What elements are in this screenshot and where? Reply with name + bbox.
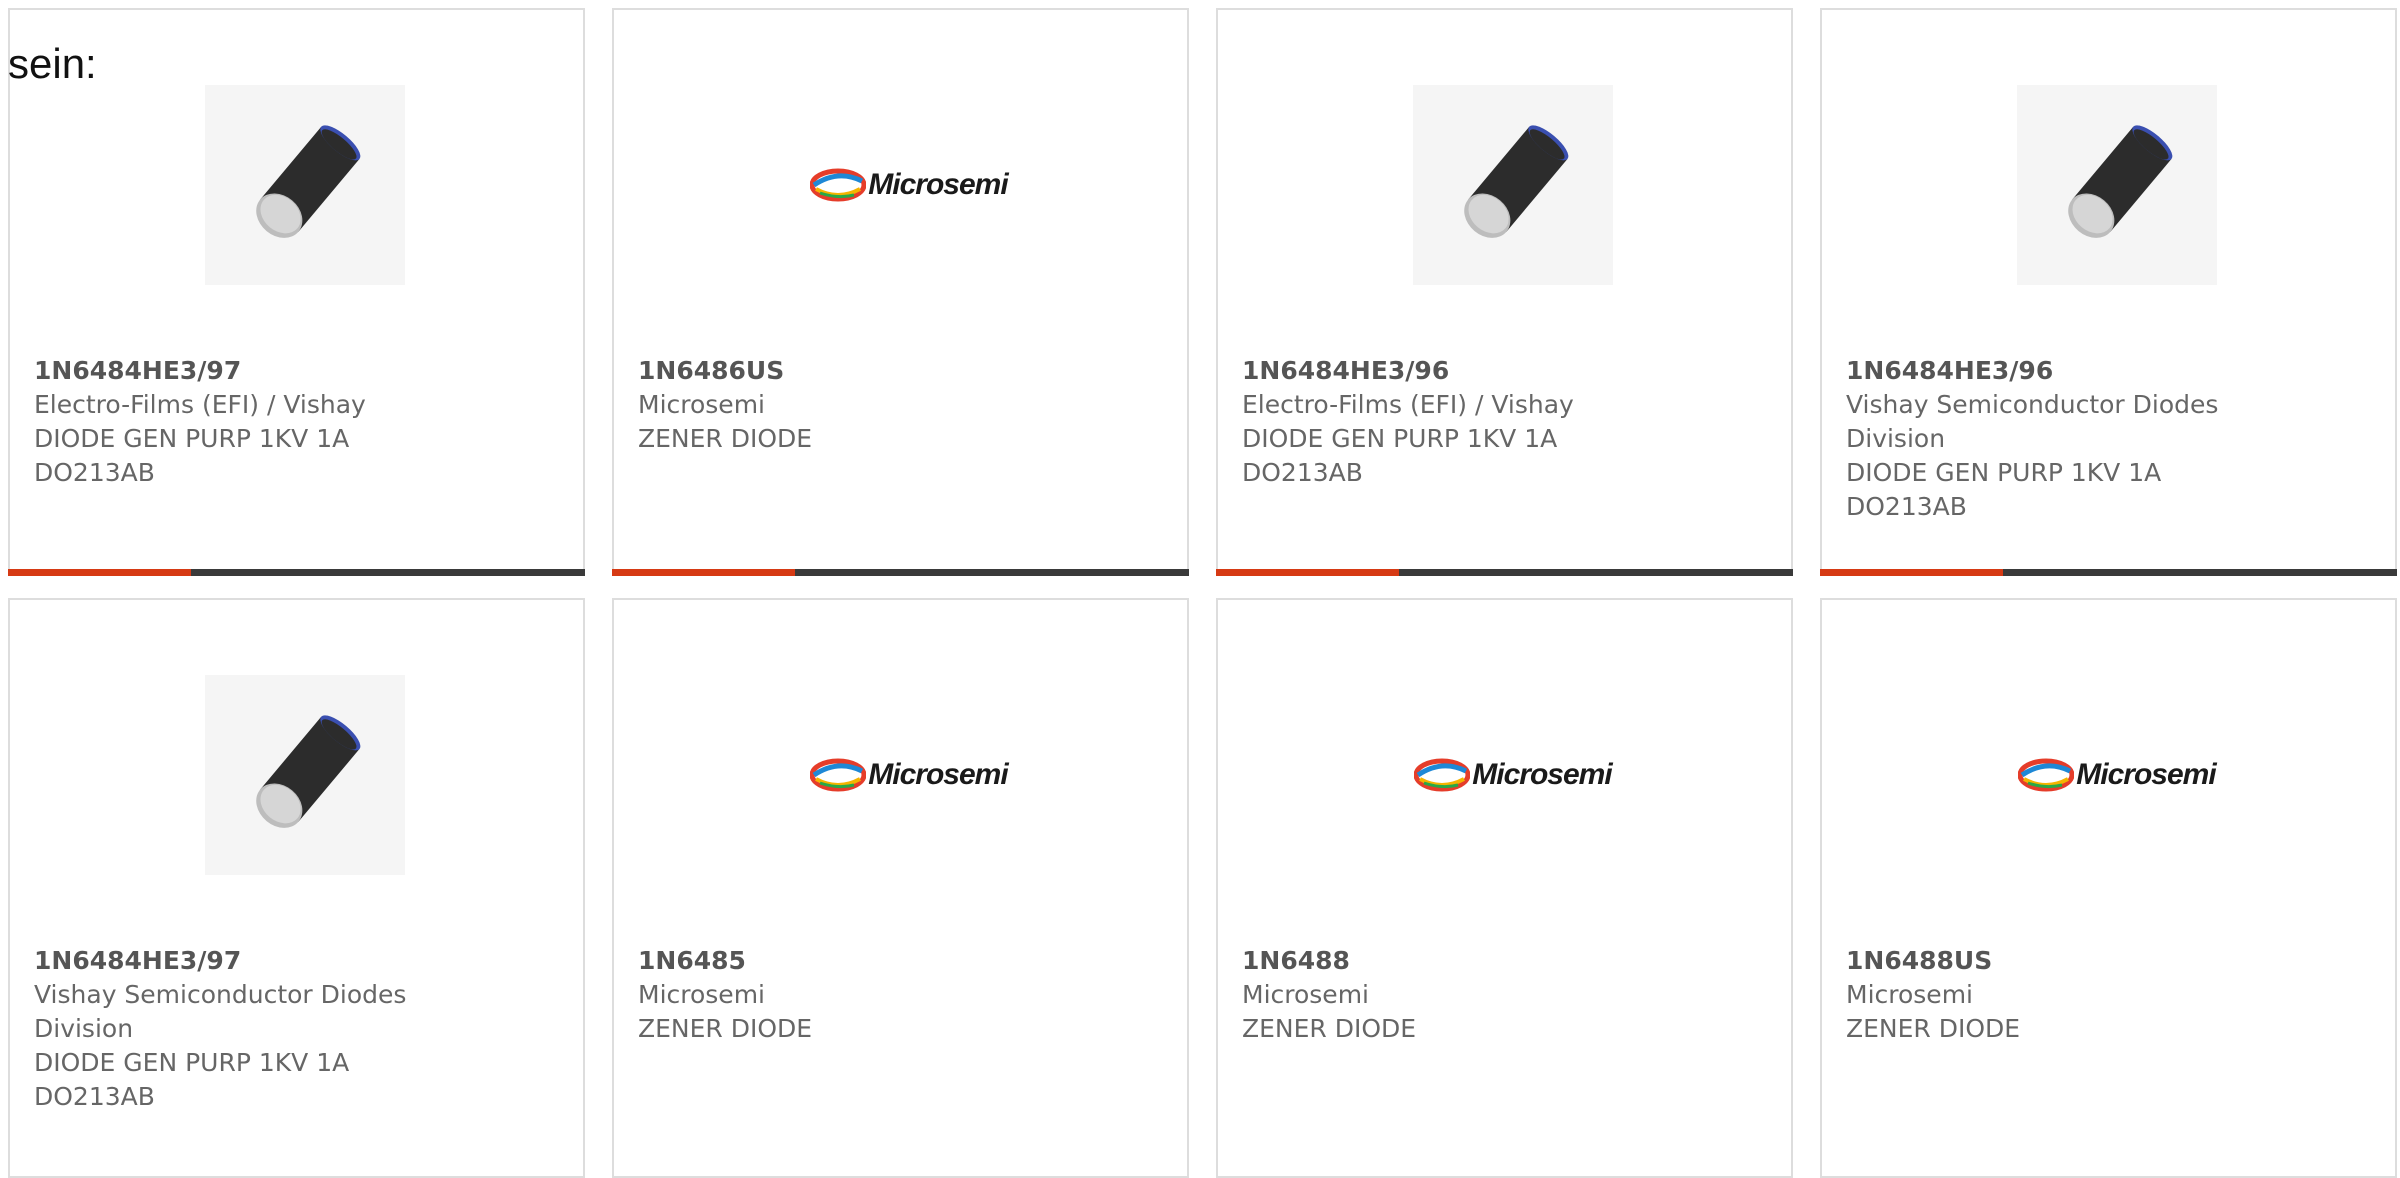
manufacturer-name: Electro-Films (EFI) / Vishay: [34, 390, 366, 419]
microsemi-logo: Microsemi: [809, 675, 1009, 875]
page-prefix-text: sein:: [8, 40, 97, 87]
product-description: DIODE GEN PURP 1KV 1A DO213AB: [1242, 424, 1558, 487]
microsemi-logo: Microsemi: [1413, 675, 1613, 875]
part-number[interactable]: 1N6484HE3/96: [1846, 354, 2245, 388]
diode-image: [205, 85, 405, 285]
microsemi-logo: Microsemi: [809, 85, 1009, 285]
product-card[interactable]: 1N6484HE3/96 Vishay Semiconductor Diodes…: [1820, 8, 2397, 576]
part-number[interactable]: 1N6488: [1242, 944, 1641, 978]
product-info: 1N6485 Microsemi ZENER DIODE: [638, 944, 1037, 1046]
product-info: 1N6486US Microsemi ZENER DIODE: [638, 354, 1037, 456]
product-description: ZENER DIODE: [1846, 1014, 2021, 1043]
product-card[interactable]: Microsemi 1N6486US Microsemi ZENER DIODE: [612, 8, 1189, 576]
manufacturer-name: Vishay Semiconductor Diodes Division: [1846, 390, 2219, 453]
product-card[interactable]: 1N6484HE3/97 Vishay Semiconductor Diodes…: [8, 598, 585, 1178]
product-description: DIODE GEN PURP 1KV 1A DO213AB: [34, 424, 350, 487]
product-info: 1N6488US Microsemi ZENER DIODE: [1846, 944, 2245, 1046]
product-card[interactable]: 1N6484HE3/97 Electro-Films (EFI) / Visha…: [8, 8, 585, 576]
diode-image: [205, 675, 405, 875]
product-description: DIODE GEN PURP 1KV 1A DO213AB: [34, 1048, 350, 1111]
diode-image: [2017, 85, 2217, 285]
card-footer-bar: [8, 569, 585, 576]
product-card[interactable]: 1N6484HE3/96 Electro-Films (EFI) / Visha…: [1216, 8, 1793, 576]
product-description: ZENER DIODE: [638, 424, 813, 453]
manufacturer-name: Microsemi: [1242, 980, 1369, 1009]
card-footer-bar: [612, 569, 1189, 576]
microsemi-swirl-icon: [1414, 758, 1471, 792]
part-number[interactable]: 1N6484HE3/96: [1242, 354, 1641, 388]
part-number[interactable]: 1N6484HE3/97: [34, 944, 433, 978]
manufacturer-name: Vishay Semiconductor Diodes Division: [34, 980, 407, 1043]
product-info: 1N6484HE3/97 Vishay Semiconductor Diodes…: [34, 944, 433, 1114]
product-info: 1N6488 Microsemi ZENER DIODE: [1242, 944, 1641, 1046]
product-description: DIODE GEN PURP 1KV 1A DO213AB: [1846, 458, 2162, 521]
manufacturer-name: Microsemi: [638, 390, 765, 419]
part-number[interactable]: 1N6488US: [1846, 944, 2245, 978]
card-footer-bar: [1820, 569, 2397, 576]
microsemi-swirl-icon: [810, 758, 867, 792]
microsemi-swirl-icon: [2018, 758, 2075, 792]
card-footer-bar: [1216, 569, 1793, 576]
part-number[interactable]: 1N6486US: [638, 354, 1037, 388]
product-card[interactable]: Microsemi 1N6488US Microsemi ZENER DIODE: [1820, 598, 2397, 1178]
manufacturer-name: Microsemi: [1846, 980, 1973, 1009]
microsemi-swirl-icon: [810, 168, 867, 202]
diode-image: [1413, 85, 1613, 285]
product-card[interactable]: Microsemi 1N6488 Microsemi ZENER DIODE: [1216, 598, 1793, 1178]
product-info: 1N6484HE3/96 Vishay Semiconductor Diodes…: [1846, 354, 2245, 524]
product-info: 1N6484HE3/97 Electro-Films (EFI) / Visha…: [34, 354, 433, 490]
product-description: ZENER DIODE: [1242, 1014, 1417, 1043]
part-number[interactable]: 1N6485: [638, 944, 1037, 978]
product-card[interactable]: Microsemi 1N6485 Microsemi ZENER DIODE: [612, 598, 1189, 1178]
manufacturer-name: Microsemi: [638, 980, 765, 1009]
product-info: 1N6484HE3/96 Electro-Films (EFI) / Visha…: [1242, 354, 1641, 490]
part-number[interactable]: 1N6484HE3/97: [34, 354, 433, 388]
product-description: ZENER DIODE: [638, 1014, 813, 1043]
manufacturer-name: Electro-Films (EFI) / Vishay: [1242, 390, 1574, 419]
microsemi-logo: Microsemi: [2017, 675, 2217, 875]
